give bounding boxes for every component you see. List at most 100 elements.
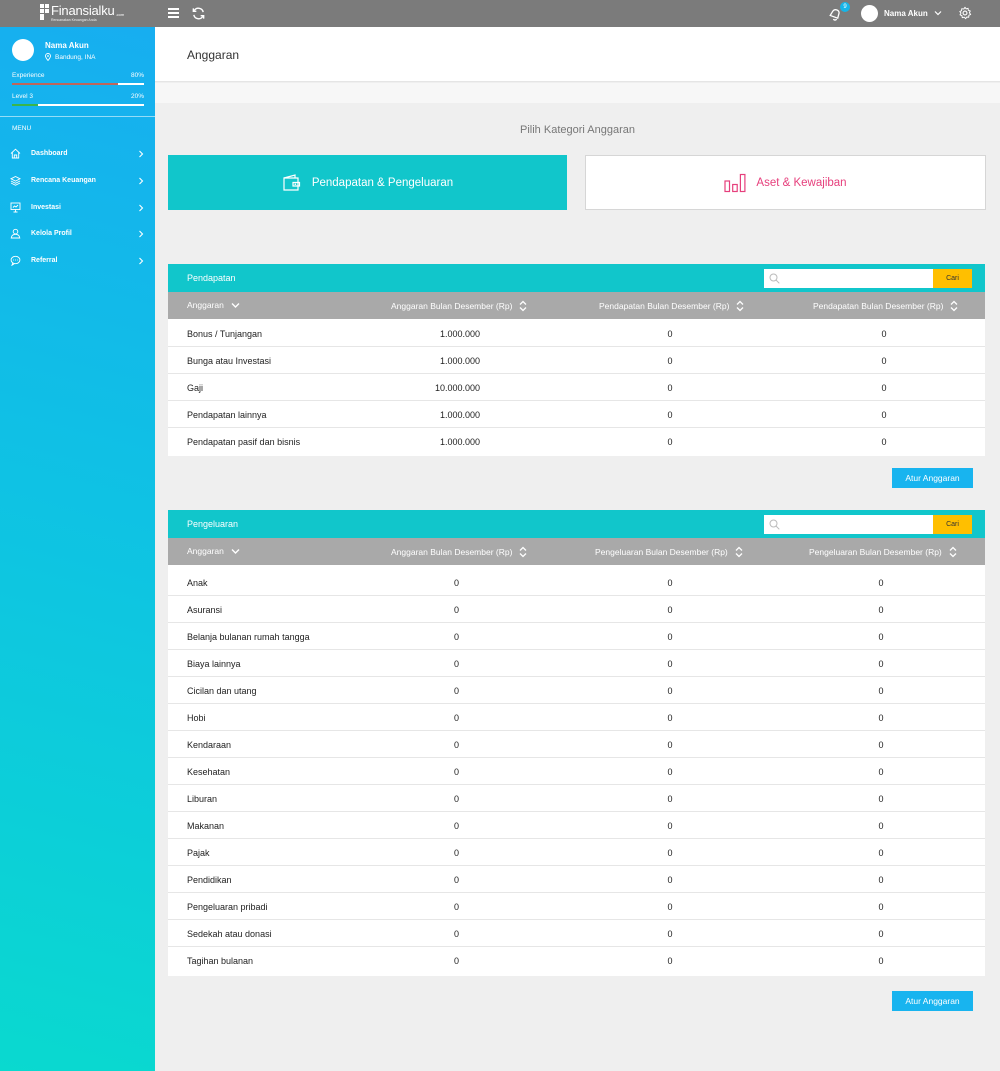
column-header-expense-1[interactable]: Pengeluaran Bulan Desember (Rp) [595,546,743,558]
budget-cell: 0 [453,632,459,642]
income-search-input[interactable] [782,271,930,286]
sidebar-location: Bandung, INA [45,53,95,61]
gear-icon[interactable] [958,6,972,20]
actual-cell: 0 [878,659,884,669]
experience-progress-fill [12,83,118,85]
budget-cell: 0 [453,578,459,588]
table-row: Pajak 0 0 0 [168,839,985,866]
category-cell: Kesehatan [187,767,231,777]
sort-icon [949,546,957,558]
expense-search-input[interactable] [782,517,930,532]
column-header-anggaran[interactable]: Anggaran [187,300,240,310]
presentation-chart-icon [10,202,21,213]
sidebar-item-rencana-keuangan[interactable]: Rencana Keuangan [0,171,155,191]
sidebar-item-referral[interactable]: Referral [0,251,155,271]
actual-cell: 0 [667,437,673,447]
category-cell: Pendapatan lainnya [187,410,267,420]
chevron-right-icon [139,204,144,212]
sidebar-user-name: Nama Akun [45,41,89,50]
chevron-down-icon[interactable] [934,9,942,17]
search-icon [769,273,780,284]
category-cell: Biaya lainnya [187,659,241,669]
budget-cell: 1.000.000 [439,410,480,420]
column-header-income-2[interactable]: Pendapatan Bulan Desember (Rp) [813,300,958,312]
actual-cell: 0 [878,821,884,831]
avatar[interactable] [12,39,34,61]
table-row: Hobi 0 0 0 [168,704,985,731]
income-table-header: Pendapatan Cari [168,264,985,292]
chevron-right-icon [139,150,144,158]
category-cell: Liburan [187,794,218,804]
user-icon [10,228,21,239]
category-asset-liability-button[interactable]: Aset & Kewajiban [585,155,986,210]
sidebar-item-kelola-profil[interactable]: Kelola Profil [0,224,155,244]
column-header-income-1[interactable]: Pendapatan Bulan Desember (Rp) [599,300,744,312]
actual-cell: 0 [667,740,673,750]
table-row: Gaji 10.000.000 0 0 [168,374,985,401]
category-cell: Kendaraan [187,740,232,750]
column-header-label: Pendapatan Bulan Desember (Rp) [813,301,944,311]
sidebar-item-dashboard[interactable]: Dashboard [0,144,155,164]
actual-cell: 0 [878,956,884,966]
category-cell: Sedekah atau donasi [187,929,272,939]
budget-cell: 0 [453,821,459,831]
sidebar-item-investasi[interactable]: Investasi [0,198,155,218]
search-icon [769,519,780,530]
column-header-budget[interactable]: Anggaran Bulan Desember (Rp) [391,546,527,558]
expense-table-title: Pengeluaran [187,519,239,529]
menu-title: MENU [12,125,32,132]
actual-cell: 0 [881,329,887,339]
income-search-button[interactable]: Cari [933,269,972,288]
bar-chart-icon [724,173,746,192]
actual-cell: 0 [667,383,673,393]
actual-cell: 0 [667,686,673,696]
table-row: Sedekah atau donasi 0 0 0 [168,920,985,947]
chevron-right-icon [139,230,144,238]
table-row: Kendaraan 0 0 0 [168,731,985,758]
budget-cell: 10.000.000 [434,383,480,393]
expense-search-button[interactable]: Cari [933,515,972,534]
actual-cell: 0 [667,956,673,966]
table-row: Pendapatan lainnya 1.000.000 0 0 [168,401,985,428]
category-income-expense-button[interactable]: Pendapatan & Pengeluaran [168,155,567,210]
income-search-box [764,269,934,288]
sidebar-item-label: Referral [31,257,58,264]
budget-cell: 0 [453,794,459,804]
category-cell: Pendidikan [187,875,232,885]
sidebar-item-label: Rencana Keuangan [31,177,96,184]
budget-cell: 0 [453,686,459,696]
income-set-budget-button[interactable]: Atur Anggaran [892,468,973,488]
actual-cell: 0 [667,875,673,885]
actual-cell: 0 [878,713,884,723]
actual-cell: 0 [881,437,887,447]
column-header-expense-2[interactable]: Pengeluaran Bulan Desember (Rp) [809,546,957,558]
level-progress-fill [12,104,39,106]
sidebar: Nama Akun Bandung, INA Experience 80% Le… [0,27,155,1071]
budget-cell: 0 [453,848,459,858]
hamburger-menu-icon[interactable] [168,8,179,18]
sidebar-divider [0,116,155,117]
sort-icon [736,300,744,312]
expense-set-budget-button[interactable]: Atur Anggaran [892,991,973,1011]
category-cell: Makanan [187,821,225,831]
actual-cell: 0 [881,383,887,393]
column-header-budget[interactable]: Anggaran Bulan Desember (Rp) [391,300,527,312]
budget-cell: 0 [453,875,459,885]
actual-cell: 0 [878,929,884,939]
top-user-name[interactable]: Nama Akun [884,9,928,18]
chevron-down-icon [231,548,240,554]
refresh-icon[interactable] [191,6,206,21]
sidebar-item-label: Kelola Profil [31,230,72,237]
avatar[interactable] [861,5,878,22]
actual-cell: 0 [667,659,673,669]
category-cell: Bunga atau Investasi [187,356,272,366]
logo[interactable]: Finansialku .com Rencanakan Keuangan And… [40,4,124,24]
top-bar: Finansialku .com Rencanakan Keuangan And… [0,0,1000,27]
category-title: Pilih Kategori Anggaran [520,124,635,136]
table-row: Pengeluaran pribadi 0 0 0 [168,893,985,920]
location-pin-icon [45,53,51,61]
actual-cell: 0 [667,713,673,723]
sort-icon [735,546,743,558]
column-header-label: Anggaran [187,546,224,556]
column-header-anggaran[interactable]: Anggaran [187,546,240,556]
